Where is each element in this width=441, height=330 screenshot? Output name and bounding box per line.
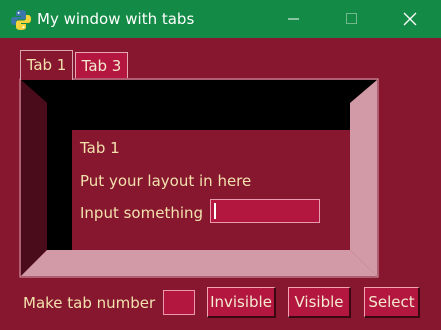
visible-button[interactable]: Visible (288, 287, 351, 318)
invisible-button[interactable]: Invisible (207, 287, 276, 318)
select-button[interactable]: Select (364, 287, 420, 318)
bevel-left (21, 80, 47, 276)
tab-heading: Tab 1 (80, 139, 120, 157)
bevel-right (350, 80, 377, 276)
tab-number-input[interactable] (163, 290, 195, 315)
make-tab-number-label: Make tab number (23, 294, 156, 312)
text-caret (214, 203, 216, 219)
input-label: Input something (80, 204, 204, 222)
bevel-bottom (21, 250, 377, 276)
input-something-field[interactable] (210, 199, 320, 223)
tab-message: Put your layout in here (80, 172, 252, 190)
tab-1[interactable]: Tab 1 (20, 50, 73, 80)
bevel-top (21, 80, 377, 103)
